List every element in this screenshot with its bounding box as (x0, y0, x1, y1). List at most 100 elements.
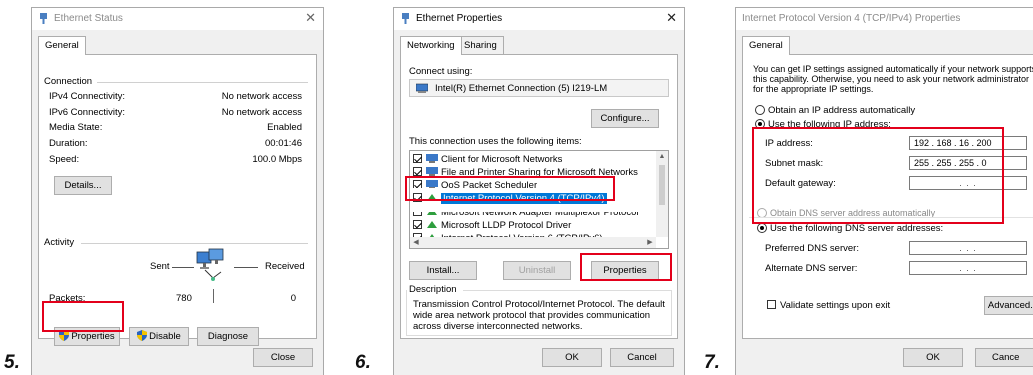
connect-using-label: Connect using: (409, 66, 473, 77)
scroll-left-icon[interactable]: ◀ (410, 238, 422, 246)
shield-icon (137, 330, 148, 341)
packets-received-value: 0 (290, 293, 296, 304)
window-title: Ethernet Properties (416, 13, 503, 24)
item-properties-button[interactable]: Properties (591, 261, 659, 280)
tab-general[interactable]: General (742, 36, 790, 55)
tab-sharing[interactable]: Sharing (457, 36, 504, 54)
general-panel: Connection IPv4 Connectivity: No network… (38, 54, 317, 346)
list-item[interactable]: Microsoft LLDP Protocol Driver (413, 220, 571, 233)
vertical-scrollbar[interactable]: ▲ (656, 151, 668, 237)
close-icon[interactable]: ✕ (666, 11, 677, 25)
items-label: This connection uses the following items… (409, 136, 582, 147)
network-computers-icon (196, 248, 224, 281)
media-state-value: Enabled (267, 122, 302, 133)
horizontal-scrollbar[interactable]: ◀ ▶ (410, 237, 656, 248)
checkbox[interactable] (413, 167, 422, 176)
duration-value: 00:01:46 (265, 138, 302, 149)
alternate-dns-input[interactable]: . . . (909, 261, 1027, 275)
ok-button[interactable]: OK (542, 348, 602, 367)
ethernet-status-window: Ethernet Status ✕ General Connection IPv… (31, 7, 324, 375)
checkbox[interactable] (413, 154, 422, 163)
list-item[interactable]: Microsoft Network Adapter Multiplexor Pr… (413, 212, 638, 220)
media-state-label: Media State: (49, 122, 103, 133)
default-gateway-input[interactable]: . . . (909, 176, 1027, 190)
intro-line-1: You can get IP settings assigned automat… (753, 64, 1033, 74)
protocol-icon (427, 221, 437, 228)
description-line-1: Transmission Control Protocol/Internet P… (413, 299, 665, 310)
checkbox[interactable] (413, 180, 422, 188)
ethernet-icon (402, 13, 409, 24)
list-item[interactable]: Client for Microsoft Networks (413, 154, 562, 167)
details-button[interactable]: Details... (54, 176, 112, 195)
activity-group-label: Activity (44, 237, 75, 248)
use-following-ip-radio[interactable]: Use the following IP address: (755, 119, 891, 130)
alternate-dns-label: Alternate DNS server: (765, 263, 858, 274)
disable-button-label: Disable (149, 331, 181, 342)
ok-button[interactable]: OK (903, 348, 963, 367)
step-number-5: 5. (4, 352, 20, 373)
ipv4-connectivity-value: No network access (221, 91, 302, 102)
client-icon (426, 180, 438, 188)
advanced-button[interactable]: Advanced... (984, 296, 1033, 315)
client-icon (426, 154, 438, 163)
radio-button[interactable] (755, 119, 765, 129)
packets-label: Packets: (49, 293, 86, 304)
default-gateway-label: Default gateway: (765, 178, 836, 189)
description-line-2: wide area network protocol that provides… (413, 310, 651, 321)
install-button[interactable]: Install... (409, 261, 477, 280)
title-bar: Ethernet Properties ✕ (394, 8, 684, 30)
close-button[interactable]: Close (253, 348, 313, 367)
use-following-dns-radio[interactable]: Use the following DNS server addresses: (757, 223, 943, 234)
subnet-mask-input[interactable]: 255 . 255 . 255 . 0 (909, 156, 1027, 170)
checkbox[interactable] (413, 220, 422, 229)
sent-label: Sent (150, 261, 170, 272)
adapter-icon (416, 83, 428, 93)
checkbox[interactable] (413, 212, 422, 216)
ipv4-connectivity-label: IPv4 Connectivity: (49, 91, 126, 102)
checkbox[interactable] (767, 300, 776, 309)
close-icon[interactable]: ✕ (305, 11, 316, 25)
tab-networking[interactable]: Networking (400, 36, 462, 55)
disable-button[interactable]: Disable (129, 327, 189, 346)
validate-checkbox[interactable]: Validate settings upon exit (767, 300, 890, 311)
packets-sent-value: 780 (176, 293, 192, 304)
ethernet-icon (40, 13, 47, 24)
step-number-6: 6. (355, 352, 371, 373)
title-bar: Internet Protocol Version 4 (TCP/IPv4) P… (736, 8, 1033, 30)
list-item[interactable]: File and Printer Sharing for Microsoft N… (413, 167, 638, 180)
networking-panel: Connect using: Intel(R) Ethernet Connect… (400, 54, 678, 339)
diagnose-button[interactable]: Diagnose (197, 327, 259, 346)
list-item[interactable]: QoS Packet Scheduler (413, 180, 537, 188)
scroll-right-icon[interactable]: ▶ (644, 238, 656, 246)
connection-group-label: Connection (44, 76, 93, 87)
adapter-name: Intel(R) Ethernet Connection (5) I219-LM (435, 83, 608, 94)
configure-button[interactable]: Configure... (591, 109, 659, 128)
window-title: Ethernet Status (54, 13, 123, 24)
checkbox[interactable] (413, 193, 422, 202)
scroll-up-icon[interactable]: ▲ (656, 153, 668, 160)
scroll-thumb[interactable] (659, 165, 665, 205)
ipv6-connectivity-label: IPv6 Connectivity: (49, 107, 126, 118)
ip-address-label: IP address: (765, 138, 813, 149)
list-item-ipv4[interactable]: Internet Protocol Version 4 (TCP/IPv4) (413, 193, 607, 206)
speed-label: Speed: (49, 154, 80, 165)
obtain-ip-auto-radio[interactable]: Obtain an IP address automatically (755, 105, 915, 116)
description-line-3: across diverse interconnected networks. (413, 321, 583, 332)
speed-value: 100.0 Mbps (252, 154, 302, 165)
client-icon (426, 167, 438, 176)
cancel-button[interactable]: Cancel (610, 348, 674, 367)
general-panel: You can get IP settings assigned automat… (742, 54, 1033, 339)
uninstall-button[interactable]: Uninstall (503, 261, 571, 280)
cancel-button[interactable]: Cance (975, 348, 1033, 367)
ip-address-input[interactable]: 192 . 168 . 16 . 200 (909, 136, 1027, 150)
properties-button[interactable]: Properties (54, 327, 120, 346)
items-listbox[interactable]: Client for Microsoft Networks File and P… (409, 150, 669, 249)
intro-line-2: this capability. Otherwise, you need to … (753, 74, 1029, 84)
protocol-icon (427, 212, 437, 215)
radio-button[interactable] (755, 105, 765, 115)
tab-general[interactable]: General (38, 36, 86, 55)
radio-button[interactable] (757, 223, 767, 233)
preferred-dns-input[interactable]: . . . (909, 241, 1027, 255)
ethernet-properties-window: Ethernet Properties ✕ Networking Sharing… (393, 7, 685, 375)
title-bar: Ethernet Status ✕ (32, 8, 323, 30)
